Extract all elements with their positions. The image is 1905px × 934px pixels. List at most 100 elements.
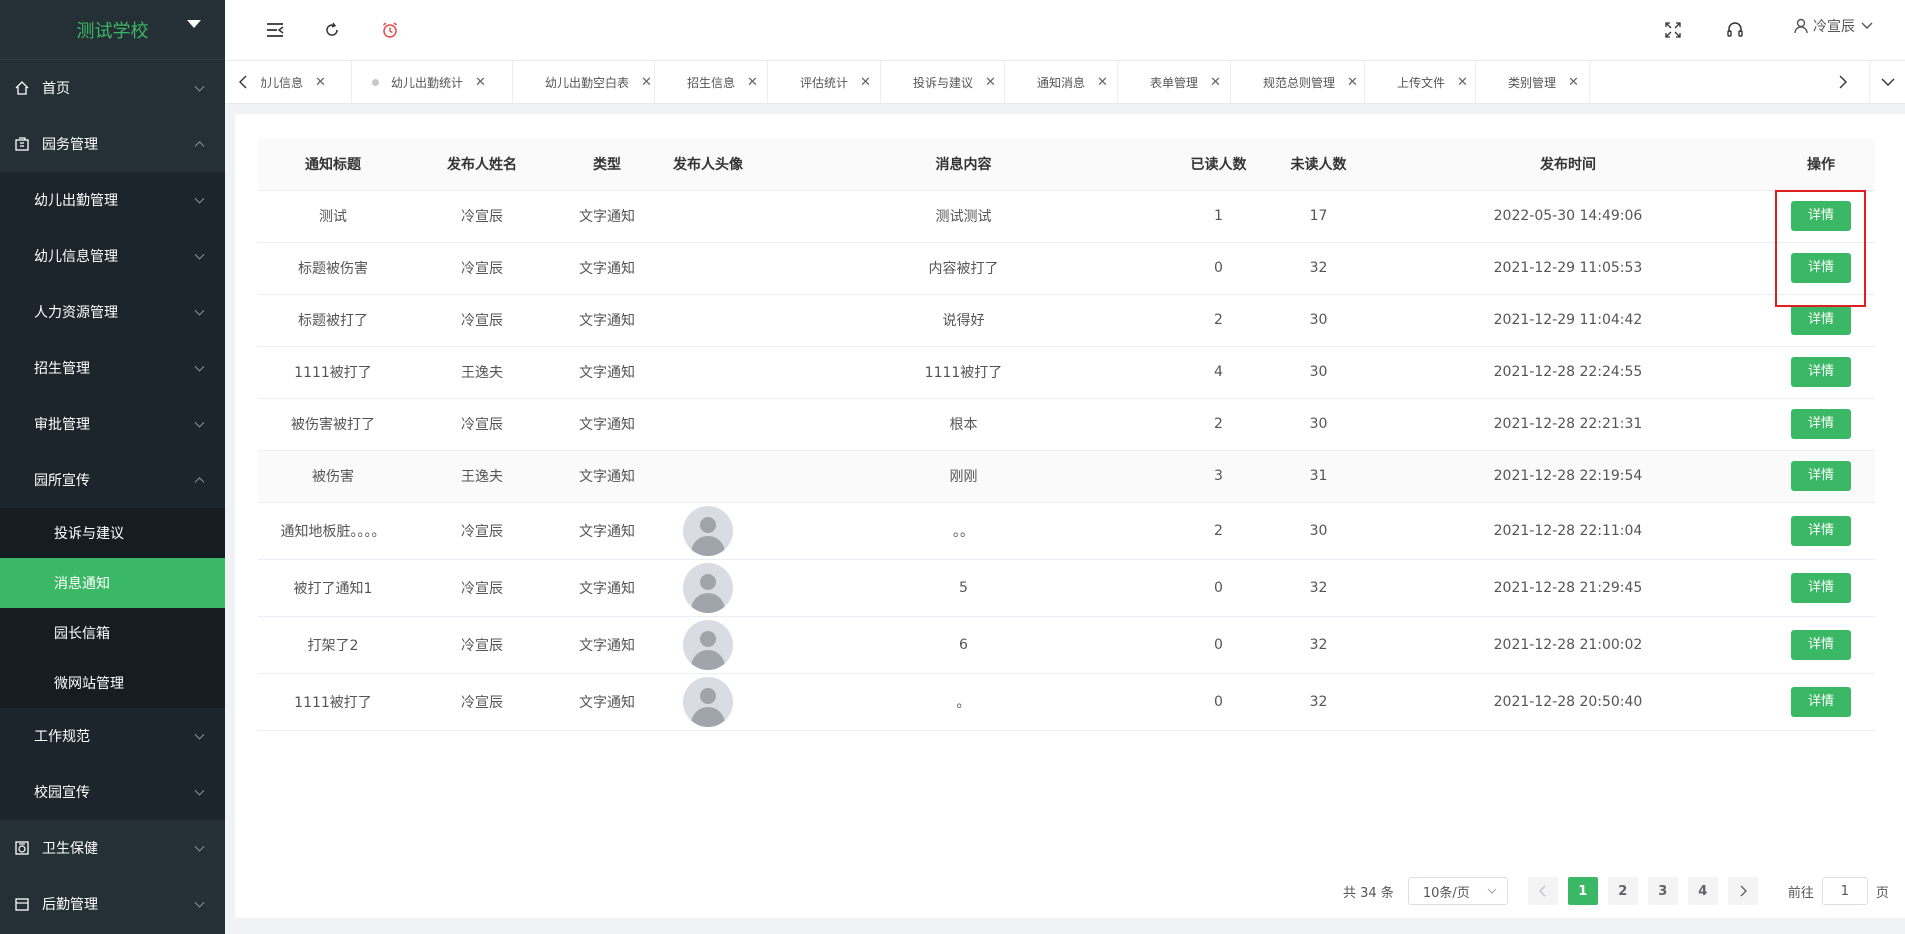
- close-icon[interactable]: ✕: [1347, 75, 1358, 90]
- tab-category-management[interactable]: 类别管理 ✕: [1476, 61, 1590, 103]
- detail-button[interactable]: 详情: [1791, 409, 1851, 439]
- cell-publisher: 冷宣辰: [408, 398, 556, 451]
- page-button-1[interactable]: 1: [1567, 877, 1598, 905]
- cell-actions: 详情: [1767, 346, 1875, 399]
- sidebar-item-mailbox[interactable]: 园长信箱: [0, 608, 225, 658]
- column-header-time: 发布时间: [1369, 138, 1767, 191]
- cell-actions: 详情: [1767, 673, 1875, 731]
- tab-attendance-stats[interactable]: 幼儿出勤统计 ✕: [352, 61, 513, 103]
- chevron-down-icon: [1861, 22, 1873, 30]
- page-button-3[interactable]: 3: [1647, 877, 1678, 905]
- cell-read: 2: [1169, 294, 1268, 347]
- tab-scroll-right-icon[interactable]: [1825, 61, 1861, 103]
- headset-icon[interactable]: [1725, 20, 1745, 40]
- sidebar-item-attendance[interactable]: 幼儿出勤管理: [0, 172, 225, 228]
- cell-unread: 32: [1268, 559, 1369, 617]
- page-button-2[interactable]: 2: [1607, 877, 1638, 905]
- sidebar-item-label: 校园宣传: [34, 785, 90, 801]
- fullscreen-icon[interactable]: [1663, 20, 1683, 40]
- home-icon: [14, 80, 30, 96]
- tab-status-dot: [372, 78, 379, 86]
- close-icon[interactable]: ✕: [985, 75, 996, 90]
- sidebar-item-work-norms[interactable]: 工作规范: [0, 708, 225, 764]
- close-icon[interactable]: ✕: [1097, 75, 1108, 90]
- tab-notifications[interactable]: 通知消息 ✕: [1005, 61, 1118, 103]
- cell-time: 2021-12-28 21:00:02: [1369, 616, 1767, 674]
- alarm-clock-icon[interactable]: [380, 20, 400, 40]
- cell-avatar: [658, 450, 758, 503]
- sidebar-item-garden-affairs[interactable]: 园务管理: [0, 116, 225, 172]
- menu-fold-icon[interactable]: [265, 20, 285, 40]
- cell-type: 文字通知: [556, 559, 658, 617]
- close-icon[interactable]: ✕: [1568, 75, 1579, 90]
- close-icon[interactable]: ✕: [860, 75, 871, 90]
- page-size-select[interactable]: 10条/页: [1407, 877, 1508, 905]
- close-icon[interactable]: ✕: [315, 75, 326, 90]
- close-icon[interactable]: ✕: [641, 75, 652, 90]
- cell-avatar: [658, 559, 758, 617]
- refresh-icon[interactable]: [322, 20, 342, 40]
- detail-button[interactable]: 详情: [1791, 305, 1851, 335]
- cell-title: 被伤害被打了: [258, 398, 408, 451]
- sidebar-item-complaints[interactable]: 投诉与建议: [0, 508, 225, 558]
- sidebar-item-hr[interactable]: 人力资源管理: [0, 284, 225, 340]
- cell-type: 文字通知: [556, 294, 658, 347]
- goto-page-input[interactable]: 1: [1821, 877, 1868, 905]
- chevron-down-icon: [194, 417, 205, 428]
- cell-unread: 30: [1268, 294, 1369, 347]
- page-button-4[interactable]: 4: [1687, 877, 1718, 905]
- close-icon[interactable]: ✕: [475, 75, 486, 90]
- user-icon: [1793, 18, 1809, 34]
- column-header-actions: 操作: [1767, 138, 1875, 191]
- close-icon[interactable]: ✕: [1210, 75, 1221, 90]
- sidebar-item-notifications[interactable]: 消息通知: [0, 558, 225, 608]
- cell-content: 测试测试: [758, 190, 1169, 243]
- next-page-button[interactable]: [1727, 877, 1758, 905]
- tab-bar: 幼儿信息 ✕ 幼儿出勤统计 ✕ 幼儿出勤空白表 ✕ 招生信息 ✕ 评估统计 ✕ 投诉与建议…: [225, 60, 1905, 104]
- cell-title: 通知地板脏。。。。: [258, 502, 408, 560]
- tab-scroll-left-icon[interactable]: [225, 61, 261, 103]
- sidebar-item-label: 投诉与建议: [54, 526, 124, 542]
- sidebar-item-enrollment[interactable]: 招生管理: [0, 340, 225, 396]
- detail-button[interactable]: 详情: [1791, 515, 1851, 546]
- detail-button[interactable]: 详情: [1791, 357, 1851, 387]
- sidebar-item-health[interactable]: 卫生保健: [0, 820, 225, 876]
- close-icon[interactable]: ✕: [1457, 75, 1468, 90]
- tab-upload-files[interactable]: 上传文件 ✕: [1365, 61, 1476, 103]
- cell-actions: 详情: [1767, 559, 1875, 617]
- detail-button[interactable]: 详情: [1791, 461, 1851, 491]
- cell-title: 标题被伤害: [258, 242, 408, 295]
- prev-page-button[interactable]: [1527, 877, 1558, 905]
- cell-content: 刚刚: [758, 450, 1169, 503]
- tab-enrollment-info[interactable]: 招生信息 ✕: [655, 61, 768, 103]
- sidebar-item-campus-publicity[interactable]: 校园宣传: [0, 764, 225, 820]
- cell-read: 2: [1169, 502, 1268, 560]
- sidebar-item-approval[interactable]: 审批管理: [0, 396, 225, 452]
- tab-evaluation-stats[interactable]: 评估统计 ✕: [768, 61, 881, 103]
- tab-child-info[interactable]: 幼儿信息 ✕: [255, 61, 352, 103]
- sidebar-item-logistics[interactable]: 后勤管理: [0, 876, 225, 932]
- caret-down-icon[interactable]: [187, 20, 201, 28]
- sidebar-item-label: 幼儿出勤管理: [34, 193, 118, 209]
- sidebar-item-publicity[interactable]: 园所宣传: [0, 452, 225, 508]
- cell-time: 2021-12-28 22:24:55: [1369, 346, 1767, 399]
- detail-button[interactable]: 详情: [1791, 572, 1851, 603]
- cell-content: 内容被打了: [758, 242, 1169, 295]
- cell-title: 被伤害: [258, 450, 408, 503]
- detail-button[interactable]: 详情: [1791, 629, 1851, 660]
- cell-avatar: [658, 346, 758, 399]
- logo[interactable]: 测试学校: [0, 0, 225, 60]
- sidebar-item-child-info[interactable]: 幼儿信息管理: [0, 228, 225, 284]
- sidebar-item-home[interactable]: 首页: [0, 60, 225, 116]
- tab-norms-management[interactable]: 规范总则管理 ✕: [1231, 61, 1365, 103]
- tab-form-management[interactable]: 表单管理 ✕: [1118, 61, 1231, 103]
- tab-complaints[interactable]: 投诉与建议 ✕: [881, 61, 1005, 103]
- user-menu[interactable]: 冷宣辰: [1793, 16, 1873, 36]
- sidebar-item-microsite[interactable]: 微网站管理: [0, 658, 225, 708]
- cell-time: 2021-12-28 22:11:04: [1369, 502, 1767, 560]
- close-icon[interactable]: ✕: [747, 75, 758, 90]
- tab-dropdown-icon[interactable]: [1869, 61, 1905, 103]
- sidebar-item-label: 招生管理: [34, 361, 90, 377]
- detail-button[interactable]: 详情: [1791, 686, 1851, 717]
- tab-attendance-blank[interactable]: 幼儿出勤空白表 ✕: [513, 61, 655, 103]
